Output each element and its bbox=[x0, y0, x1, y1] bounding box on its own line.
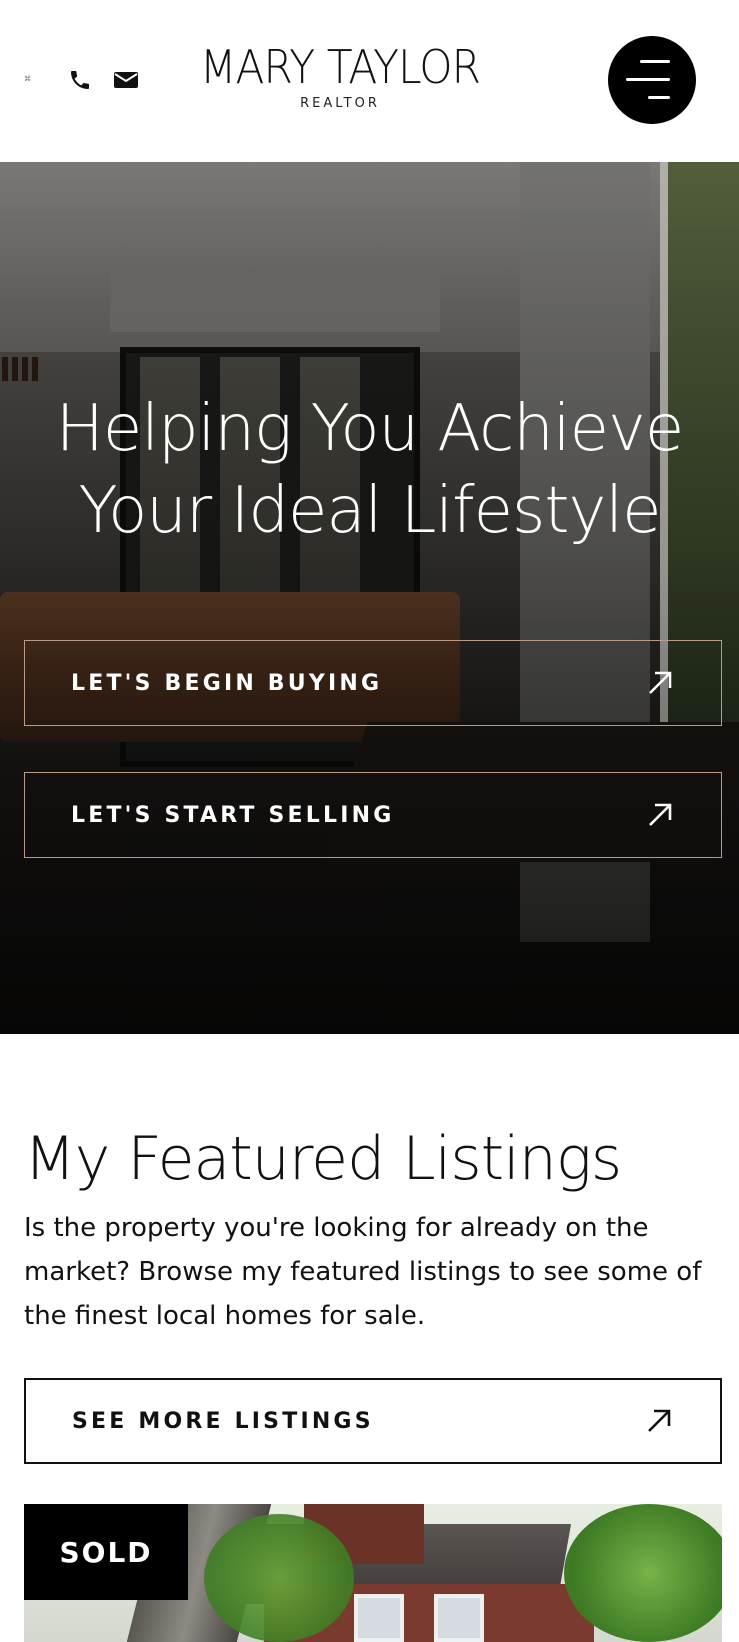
hero-title-line-1: Helping You Achieve bbox=[55, 392, 684, 466]
envelope-icon[interactable] bbox=[112, 66, 140, 94]
brand-name: MARY TAYLOR bbox=[199, 40, 481, 94]
start-selling-button[interactable]: LET'S START SELLING bbox=[24, 772, 722, 858]
menu-button[interactable] bbox=[608, 36, 696, 124]
brand-logo[interactable]: MARY TAYLOR REALTOR bbox=[180, 44, 500, 111]
begin-buying-button[interactable]: LET'S BEGIN BUYING bbox=[24, 640, 722, 726]
arrow-up-right-icon bbox=[648, 1409, 671, 1432]
hamburger-bar bbox=[648, 96, 670, 99]
arrow-up-right-icon bbox=[649, 803, 672, 826]
phone-icon[interactable] bbox=[66, 66, 94, 94]
hamburger-bar bbox=[626, 78, 670, 81]
listing-image-window bbox=[434, 1594, 484, 1642]
listing-image-window bbox=[354, 1594, 404, 1642]
start-selling-label: LET'S START SELLING bbox=[71, 802, 395, 828]
hero-title: Helping You Achieve Your Ideal Lifestyle bbox=[0, 388, 739, 552]
hero-section bbox=[0, 162, 739, 1034]
brand-subtitle: REALTOR bbox=[300, 96, 380, 111]
arrow-up-right-icon bbox=[649, 671, 672, 694]
see-more-listings-button[interactable]: SEE MORE LISTINGS bbox=[24, 1378, 722, 1464]
see-more-listings-label: SEE MORE LISTINGS bbox=[72, 1408, 374, 1434]
sold-badge: SOLD bbox=[24, 1504, 188, 1600]
hero-overlay bbox=[0, 162, 739, 1034]
site-header: ⌘ MARY TAYLOR REALTOR bbox=[0, 0, 739, 162]
featured-listings-title: My Featured Listings bbox=[24, 1124, 622, 1194]
listing-image-foliage bbox=[564, 1504, 722, 1642]
tiny-mark: ⌘ bbox=[24, 75, 31, 83]
hamburger-menu-icon bbox=[640, 60, 670, 63]
hero-title-line-2: Your Ideal Lifestyle bbox=[78, 474, 662, 548]
begin-buying-label: LET'S BEGIN BUYING bbox=[71, 670, 383, 696]
listing-image-foliage bbox=[204, 1514, 354, 1642]
featured-listings-description: Is the property you're looking for alrea… bbox=[24, 1213, 702, 1331]
